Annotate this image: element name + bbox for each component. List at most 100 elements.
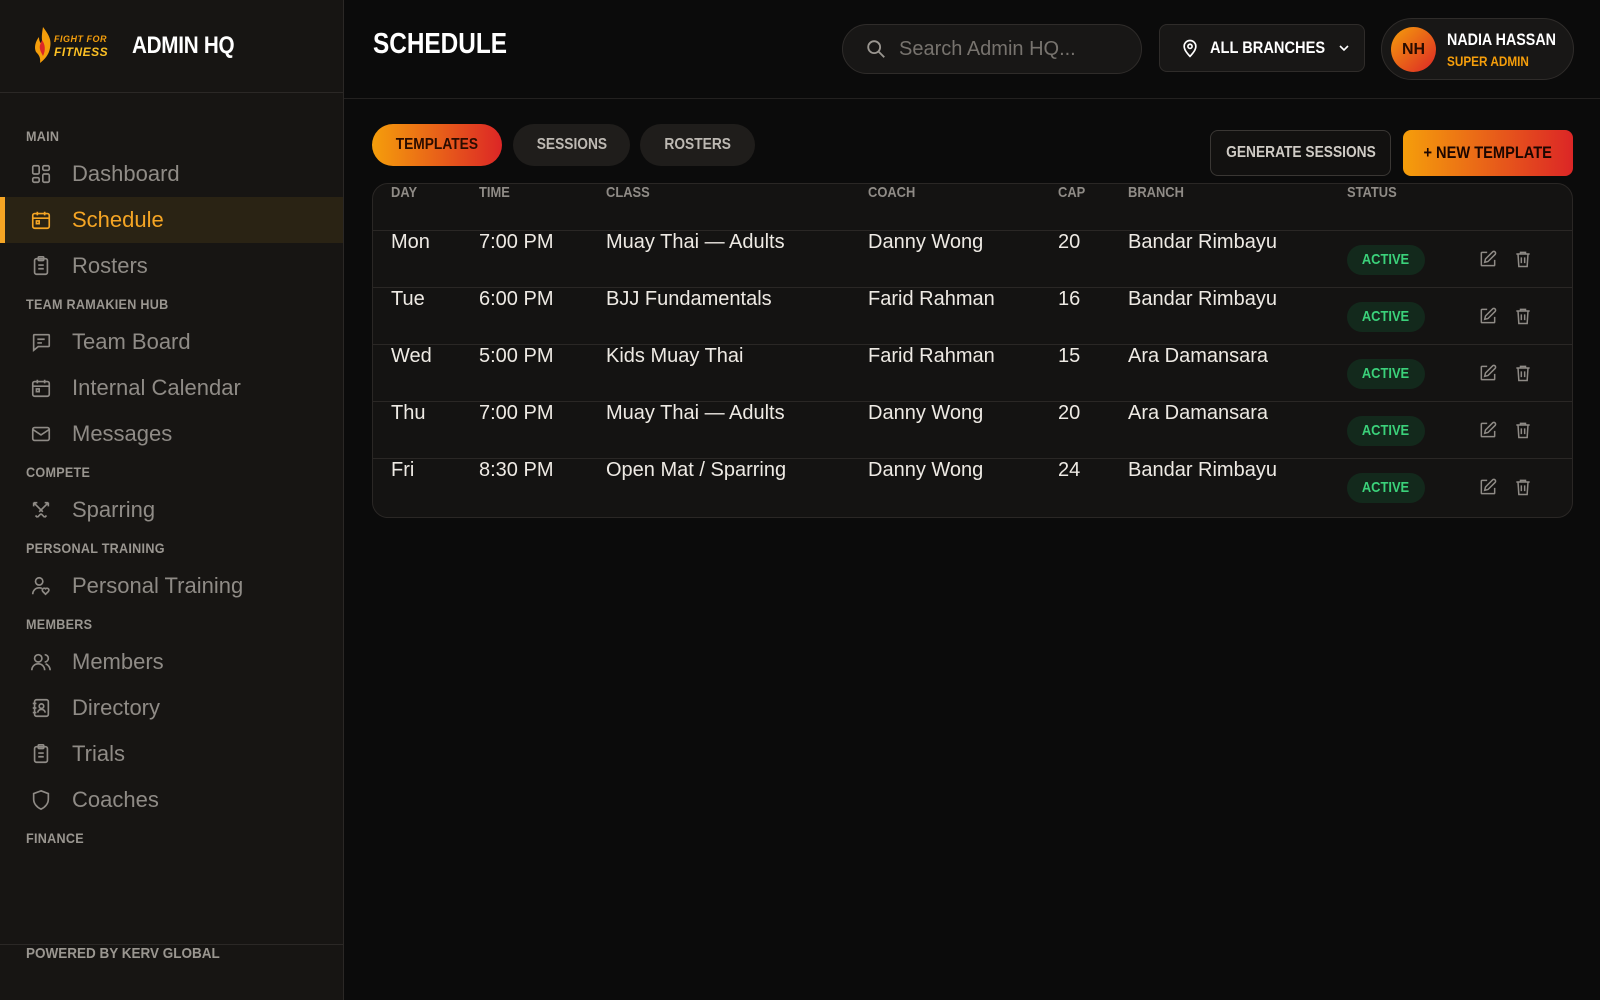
cell-cap: 16 <box>1058 288 1081 310</box>
dashboard-icon <box>31 164 51 184</box>
sidebar-item-members[interactable]: Members <box>0 639 343 685</box>
edit-button[interactable] <box>1478 306 1498 326</box>
cell-time: 7:00 PM <box>479 402 554 424</box>
edit-button[interactable] <box>1478 249 1498 269</box>
sidebar-item-sparring[interactable]: Sparring <box>0 487 343 533</box>
search-input[interactable] <box>899 37 1119 61</box>
chevron-down-icon <box>1339 45 1349 52</box>
edit-icon <box>1480 364 1497 381</box>
column-header-class[interactable]: CLASS <box>606 184 650 201</box>
delete-button[interactable] <box>1513 363 1533 383</box>
table-header: DAY TIME CLASS COACH CAP BRANCH STATUS <box>373 184 1572 231</box>
cell-time: 8:30 PM <box>479 459 554 481</box>
sidebar-footer: POWERED BY KERV GLOBAL <box>0 944 343 1000</box>
table-row[interactable]: Wed 5:00 PM Kids Muay Thai Farid Rahman … <box>373 345 1572 402</box>
column-header-coach[interactable]: COACH <box>868 184 915 201</box>
cell-class: Muay Thai — Adults <box>606 231 785 253</box>
cell-time: 6:00 PM <box>479 288 554 310</box>
cell-class: BJJ Fundamentals <box>606 288 772 310</box>
tab-templates[interactable]: TEMPLATES <box>372 124 502 166</box>
sidebar-item-label: Dashboard <box>72 161 180 186</box>
cell-branch: Ara Damansara <box>1128 402 1269 424</box>
sidebar-item-label: Directory <box>72 695 161 720</box>
sidebar-section-finance: FINANCE <box>26 830 84 846</box>
table-row[interactable]: Fri 8:30 PM Open Mat / Sparring Danny Wo… <box>373 459 1572 516</box>
cell-day: Tue <box>391 288 425 310</box>
cell-cap: 20 <box>1058 402 1081 424</box>
cell-class: Muay Thai — Adults <box>606 402 785 424</box>
delete-button[interactable] <box>1513 249 1533 269</box>
sidebar-item-coaches[interactable]: Coaches <box>0 777 343 823</box>
sidebar-item-trials[interactable]: Trials <box>0 731 343 777</box>
table-row[interactable]: Thu 7:00 PM Muay Thai — Adults Danny Won… <box>373 402 1572 459</box>
cell-day: Wed <box>391 345 432 367</box>
sidebar-item-rosters[interactable]: Rosters <box>0 243 343 289</box>
sidebar-item-label: Coaches <box>72 787 159 812</box>
sidebar-item-schedule[interactable]: Schedule <box>0 197 343 243</box>
edit-button[interactable] <box>1478 420 1498 440</box>
sidebar-item-dashboard[interactable]: Dashboard <box>0 151 343 197</box>
edit-button[interactable] <box>1478 363 1498 383</box>
status-badge: ACTIVE <box>1347 359 1425 389</box>
sidebar-item-directory[interactable]: Directory <box>0 685 343 731</box>
page-title: SCHEDULE <box>373 28 507 60</box>
sidebar-item-personal-training[interactable]: Personal Training <box>0 563 343 609</box>
column-header-time[interactable]: TIME <box>479 184 510 201</box>
branch-select[interactable]: ALL BRANCHES <box>1159 24 1365 72</box>
cell-branch: Bandar Rimbayu <box>1128 231 1277 253</box>
sidebar-item-label: Rosters <box>72 253 148 278</box>
cell-coach: Danny Wong <box>868 402 984 424</box>
table-row[interactable]: Tue 6:00 PM BJJ Fundamentals Farid Rahma… <box>373 288 1572 345</box>
sidebar-item-team-board[interactable]: Team Board <box>0 319 343 365</box>
message-square-icon <box>32 333 51 352</box>
clipboard-icon <box>33 744 49 764</box>
table-row[interactable]: Mon 7:00 PM Muay Thai — Adults Danny Won… <box>373 231 1572 288</box>
cell-time: 7:00 PM <box>479 231 554 253</box>
delete-button[interactable] <box>1513 306 1533 326</box>
generate-sessions-button[interactable]: GENERATE SESSIONS <box>1210 130 1391 176</box>
edit-icon <box>1480 478 1497 495</box>
cell-coach: Danny Wong <box>868 231 984 253</box>
sidebar-item-label: Sparring <box>72 497 156 522</box>
trash-icon <box>1516 308 1530 325</box>
user-menu[interactable]: NH NADIA HASSAN SUPER ADMIN <box>1381 18 1574 80</box>
status-badge: ACTIVE <box>1347 302 1425 332</box>
column-header-day[interactable]: DAY <box>391 184 417 201</box>
app-title: ADMIN HQ <box>132 32 235 59</box>
edit-button[interactable] <box>1478 477 1498 497</box>
search-box[interactable] <box>842 24 1142 74</box>
tab-rosters[interactable]: ROSTERS <box>640 124 755 166</box>
cell-class: Kids Muay Thai <box>606 345 744 367</box>
new-template-button[interactable]: + NEW TEMPLATE <box>1403 130 1573 176</box>
status-badge: ACTIVE <box>1347 416 1425 446</box>
swords-icon <box>32 501 50 518</box>
contact-book-icon <box>32 698 50 718</box>
top-header: SCHEDULE ALL BRANCHES NH NADIA HASSAN SU… <box>344 0 1600 99</box>
cell-coach: Danny Wong <box>868 459 984 481</box>
trash-icon <box>1516 365 1530 382</box>
sidebar-item-messages[interactable]: Messages <box>0 411 343 457</box>
sidebar-item-label: Schedule <box>72 207 164 232</box>
sidebar-item-label: Team Board <box>72 329 191 354</box>
brand-logo[interactable]: FIGHT FOR FITNESS <box>28 24 116 68</box>
sidebar-item-internal-calendar[interactable]: Internal Calendar <box>0 365 343 411</box>
cell-class: Open Mat / Sparring <box>606 459 787 481</box>
column-header-branch[interactable]: BRANCH <box>1128 184 1184 201</box>
user-role: SUPER ADMIN <box>1447 53 1529 69</box>
status-badge: ACTIVE <box>1347 473 1425 503</box>
edit-icon <box>1480 307 1497 324</box>
cell-day: Thu <box>391 402 426 424</box>
column-header-status[interactable]: STATUS <box>1347 184 1397 201</box>
delete-button[interactable] <box>1513 420 1533 440</box>
logo-text-bottom: FITNESS <box>54 45 109 59</box>
cell-branch: Bandar Rimbayu <box>1128 288 1277 310</box>
sidebar-item-label: Personal Training <box>72 573 244 598</box>
sidebar-item-label: Trials <box>72 741 125 766</box>
cell-branch: Bandar Rimbayu <box>1128 459 1277 481</box>
column-header-cap[interactable]: CAP <box>1058 184 1085 201</box>
sidebar-section-members: MEMBERS <box>26 616 93 632</box>
tab-sessions[interactable]: SESSIONS <box>513 124 630 166</box>
flame-icon <box>35 27 51 63</box>
delete-button[interactable] <box>1513 477 1533 497</box>
sidebar-item-label: Members <box>72 649 164 674</box>
